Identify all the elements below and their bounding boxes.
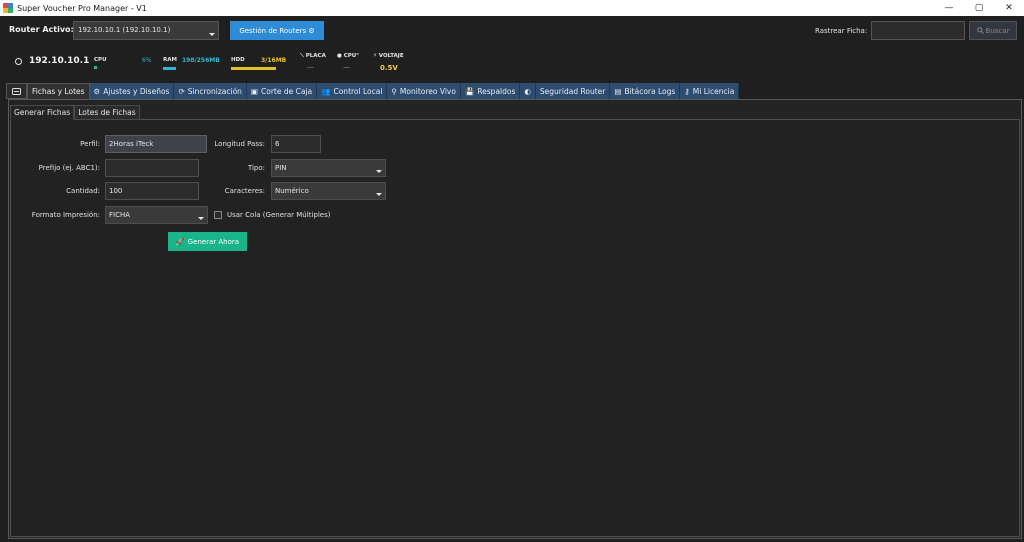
close-button[interactable]: ✕ — [994, 0, 1024, 16]
tab-sincronizacion-label: Sincronización — [187, 86, 242, 96]
usar-cola-label: Usar Cola (Generar Múltiples) — [227, 211, 331, 219]
contrast-icon: ◐ — [524, 86, 531, 96]
tipo-select[interactable]: PIN — [271, 159, 386, 177]
formato-impresion-label: Formato Impresión: — [31, 211, 100, 219]
placa-label: ⟍ PLACA — [300, 53, 326, 59]
router-active-label: Router Activo: — [9, 25, 74, 34]
search-button-label: Buscar — [985, 26, 1010, 35]
search-label: Rastrear Ficha: — [815, 27, 868, 35]
cash-register-icon: ▣ — [250, 86, 259, 96]
longitud-pass-input[interactable]: 6 — [271, 135, 321, 153]
tab-monitoreo[interactable]: ⚲ Monitoreo Vivo — [387, 83, 461, 99]
prefijo-input[interactable] — [105, 159, 199, 177]
users-icon: 👥 — [321, 86, 331, 96]
hdd-bar — [231, 67, 276, 70]
router-select[interactable]: 192.10.10.1 (192.10.10.1) — [73, 21, 219, 40]
key-icon: ⚷ — [684, 86, 690, 96]
tab-monitoreo-label: Monitoreo Vivo — [399, 86, 456, 96]
sync-icon: ⟳ — [178, 86, 185, 96]
search-button[interactable]: Buscar — [969, 21, 1017, 40]
title-bar: Super Voucher Pro Manager - V1 — ▢ ✕ — [0, 0, 1024, 16]
save-icon: 💾 — [464, 86, 475, 96]
tab-theme[interactable]: ◐ — [520, 83, 536, 99]
longitud-pass-label: Longitud Pass: — [214, 140, 265, 148]
tab-corte-caja[interactable]: ▣ Corte de Caja — [246, 83, 318, 99]
chevron-down-icon — [376, 193, 382, 196]
cpu-label: CPU — [94, 57, 107, 63]
card-icon — [12, 87, 21, 95]
tipo-label: Tipo: — [247, 164, 265, 172]
cpu-temp-label-text: CPU° — [343, 53, 360, 59]
main-tabbar: Fichas y Lotes ⚙ Ajustes y Diseños ⟳ Sincr… — [6, 83, 740, 99]
cpu-temp-value: — — [343, 63, 350, 71]
generate-now-button[interactable]: 🚀 Generar Ahora — [168, 232, 247, 251]
ram-label: RAM — [163, 57, 177, 63]
tab-control-local-label: Control Local — [333, 86, 383, 96]
perfil-label: Perfil: — [80, 140, 100, 148]
voltage-label: ⚡ VOLTAJE — [373, 53, 404, 59]
tab-respaldos[interactable]: 💾 Respaldos — [460, 83, 521, 99]
generate-now-label: Generar Ahora — [187, 237, 240, 246]
tab-bitacora[interactable]: ▤ Bitácora Logs — [610, 83, 681, 99]
tab-control-local[interactable]: 👥 Control Local — [317, 83, 388, 99]
tab-menu[interactable] — [6, 83, 27, 99]
tab-sincronizacion[interactable]: ⟳ Sincronización — [174, 83, 247, 99]
app-logo-icon — [3, 3, 13, 13]
cantidad-label: Cantidad: — [66, 187, 100, 195]
tab-licencia-label: Mi Licencia — [692, 86, 735, 96]
prefijo-label: Prefijo (ej. ABC1): — [38, 164, 100, 172]
tab-fichas-lotes-label: Fichas y Lotes — [32, 87, 85, 96]
voltage-value: 0.5V — [380, 64, 398, 72]
chevron-down-icon — [209, 33, 215, 36]
tab-seguridad-label: Seguridad Router — [539, 86, 606, 96]
chevron-down-icon — [198, 217, 204, 220]
chevron-down-icon — [376, 170, 382, 173]
maximize-button[interactable]: ▢ — [964, 0, 994, 16]
caracteres-label: Caracteres: — [224, 187, 265, 195]
gear-icon: ⚙ — [93, 86, 101, 96]
placa-label-text: PLACA — [305, 53, 326, 59]
tab-licencia[interactable]: ⚷ Mi Licencia — [680, 83, 740, 99]
subtab-lotes-fichas[interactable]: Lotes de Fichas — [74, 105, 140, 120]
status-indicator-icon — [15, 58, 22, 65]
usar-cola-checkbox[interactable] — [214, 211, 222, 219]
document-icon: ▤ — [614, 86, 622, 96]
router-ip: 192.10.10.1 — [29, 56, 90, 66]
tab-bitacora-label: Bitácora Logs — [624, 86, 676, 96]
perfil-field[interactable]: 2Horas iTeck — [105, 135, 207, 153]
tab-fichas-lotes[interactable]: Fichas y Lotes — [27, 83, 90, 99]
search-input[interactable] — [871, 21, 965, 40]
tab-corte-caja-label: Corte de Caja — [261, 86, 313, 96]
cpu-bar — [94, 66, 97, 69]
formato-impresion-select[interactable]: FICHA — [105, 206, 208, 224]
hdd-value: 3/16MB — [261, 57, 287, 64]
caracteres-select-value: Numérico — [275, 187, 309, 195]
hdd-label: HDD — [231, 57, 245, 63]
voltage-label-text: VOLTAJE — [378, 53, 404, 59]
tab-ajustes-label: Ajustes y Diseños — [103, 86, 170, 96]
tab-seguridad[interactable]: Seguridad Router — [535, 83, 611, 99]
window-title: Super Voucher Pro Manager - V1 — [17, 3, 147, 13]
search-icon — [976, 27, 984, 34]
caracteres-select[interactable]: Numérico — [271, 182, 386, 200]
manage-routers-button[interactable]: Gestión de Routers ⚙ — [230, 21, 324, 40]
cpu-temp-label: ● CPU° — [337, 53, 360, 59]
minimize-button[interactable]: — — [934, 0, 964, 16]
manage-routers-label: Gestión de Routers ⚙ — [239, 26, 315, 35]
placa-value: — — [307, 63, 314, 71]
ram-value: 198/256MB — [182, 57, 220, 64]
tipo-select-value: PIN — [275, 164, 287, 172]
ram-bar — [163, 67, 176, 70]
pulse-icon: ⚲ — [391, 86, 397, 96]
tab-ajustes[interactable]: ⚙ Ajustes y Diseños — [89, 83, 175, 99]
router-select-value: 192.10.10.1 (192.10.10.1) — [78, 26, 171, 34]
cantidad-input[interactable]: 100 — [105, 182, 199, 200]
formato-select-value: FICHA — [109, 211, 131, 219]
tab-respaldos-label: Respaldos — [477, 86, 516, 96]
subtab-generar-fichas[interactable]: Generar Fichas — [10, 105, 75, 120]
subtab-bar: Generar Fichas Lotes de Fichas — [10, 105, 140, 120]
cpu-value: 6% — [142, 57, 152, 64]
rocket-icon: 🚀 — [175, 237, 185, 246]
